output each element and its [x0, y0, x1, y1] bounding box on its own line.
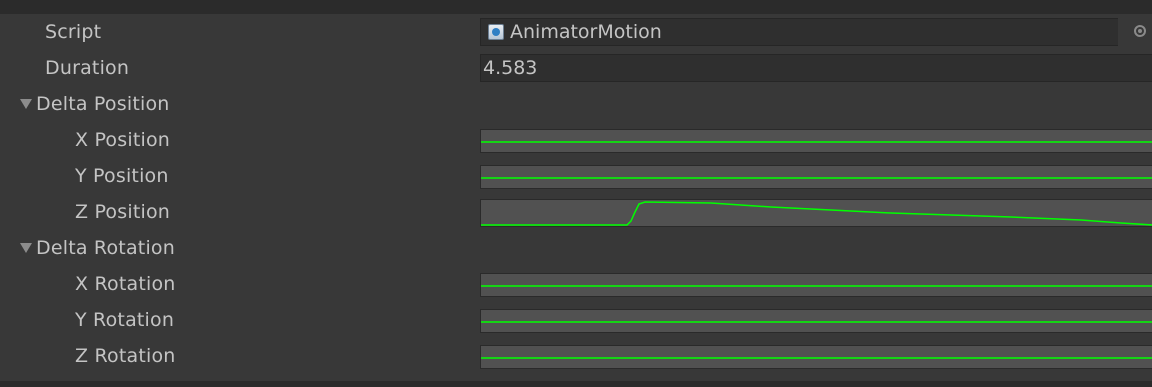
window-bottom-edge: [0, 381, 1152, 387]
x-rotation-curve-field[interactable]: [480, 273, 1152, 297]
duration-label: Duration: [45, 57, 130, 79]
foldout-expanded-arrow-icon[interactable]: [20, 86, 34, 122]
script-value: AnimatorMotion: [510, 21, 662, 43]
duration-field[interactable]: 4.583: [480, 54, 1152, 82]
y-position-curve-field[interactable]: [480, 165, 1152, 189]
delta-position-label: Delta Position: [36, 93, 170, 115]
script-object-field[interactable]: AnimatorMotion: [480, 18, 1118, 46]
y-rotation-label: Y Rotation: [75, 309, 175, 331]
window-top-edge: [0, 0, 1152, 14]
script-row: Script AnimatorMotion: [8, 14, 1152, 50]
y-position-row: Y Position: [8, 158, 1152, 194]
duration-value: 4.583: [483, 57, 538, 79]
z-rotation-row: Z Rotation: [8, 338, 1152, 374]
inspector-panel: Script AnimatorMotion Duration 4.583 Del…: [8, 14, 1152, 381]
duration-row: Duration 4.583: [8, 50, 1152, 86]
z-position-curve-field[interactable]: [480, 199, 1152, 227]
delta-position-foldout[interactable]: Delta Position: [8, 86, 1152, 122]
z-rotation-curve-field[interactable]: [480, 345, 1152, 369]
z-rotation-label: Z Rotation: [75, 345, 176, 367]
z-position-row: Z Position: [8, 194, 1152, 230]
y-rotation-row: Y Rotation: [8, 302, 1152, 338]
x-rotation-label: X Rotation: [75, 273, 176, 295]
x-position-row: X Position: [8, 122, 1152, 158]
x-rotation-row: X Rotation: [8, 266, 1152, 302]
foldout-expanded-arrow-icon[interactable]: [20, 230, 34, 266]
z-position-label: Z Position: [75, 201, 171, 223]
delta-rotation-foldout[interactable]: Delta Rotation: [8, 230, 1152, 266]
y-rotation-curve-field[interactable]: [480, 309, 1152, 333]
script-asset-icon: [488, 24, 504, 40]
object-picker-icon[interactable]: [1134, 25, 1146, 37]
y-position-label: Y Position: [75, 165, 169, 187]
script-label: Script: [45, 21, 102, 43]
x-position-curve-field[interactable]: [480, 129, 1152, 153]
delta-rotation-label: Delta Rotation: [36, 237, 175, 259]
x-position-label: X Position: [75, 129, 171, 151]
